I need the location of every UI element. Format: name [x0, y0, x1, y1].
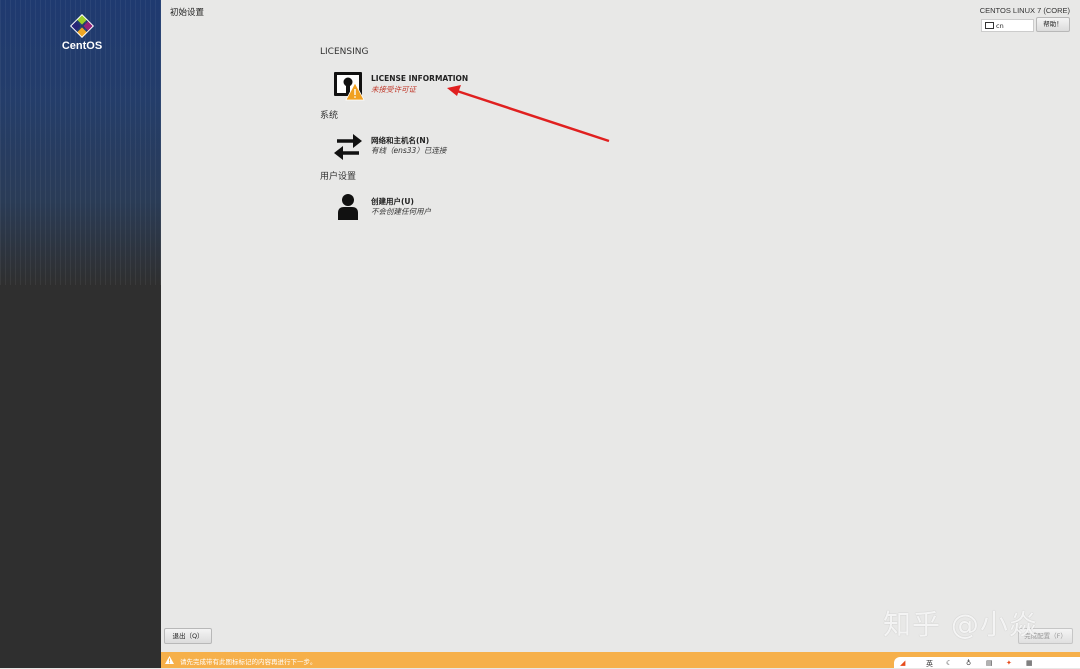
tray-mic-icon[interactable]: ♁: [966, 659, 971, 667]
license-spoke-status: 未接受许可证: [371, 85, 416, 94]
warning-icon: [165, 656, 174, 664]
watermark: 知乎 @小焱: [883, 608, 1038, 641]
centos-logo-icon: [70, 14, 94, 38]
keyboard-icon: [985, 22, 994, 29]
system-tray: ◢ 英 ☾ ♁ ▤ ✦ ▦: [894, 657, 1080, 668]
tray-moon-icon[interactable]: ☾: [946, 659, 952, 667]
section-user-settings: 用户设置: [320, 172, 357, 182]
user-icon: [338, 194, 358, 220]
spoke-create-user[interactable]: 创建用户(U) 不会创建任何用户: [331, 191, 531, 225]
user-spoke-status: 不会创建任何用户: [371, 207, 431, 216]
section-licensing: LICENSING: [320, 47, 369, 57]
help-button[interactable]: 帮助！: [1036, 17, 1070, 32]
keyboard-layout-label: cn: [996, 21, 1004, 30]
annotation-arrow: [447, 85, 610, 143]
distro-label: CENTOS LINUX 7 (CORE): [979, 6, 1070, 15]
main-panel: 初始设置 CENTOS LINUX 7 (CORE) cn 帮助！ LICENS…: [161, 0, 1080, 668]
page-title: 初始设置: [170, 8, 205, 18]
logo-text: CentOS: [61, 40, 103, 52]
tray-shirt-icon[interactable]: ✦: [1006, 659, 1012, 667]
centos-logo: CentOS: [55, 14, 109, 52]
quit-button[interactable]: 退出（Q）: [164, 628, 212, 644]
tray-app-icon[interactable]: ◢: [900, 659, 905, 667]
section-system: 系统: [320, 111, 339, 121]
keyboard-layout-indicator[interactable]: cn: [981, 19, 1034, 32]
tray-keyboard-icon[interactable]: ▤: [986, 659, 993, 667]
sidebar: CentOS: [0, 0, 161, 668]
spoke-license-information[interactable]: LICENSE INFORMATION 未接受许可证: [331, 69, 531, 103]
network-spoke-status: 有线（ens33）已连接: [371, 146, 447, 155]
spoke-network-hostname[interactable]: 网络和主机名(N) 有线（ens33）已连接: [331, 130, 531, 164]
warning-text: 请先完成带有此图标标记的内容再进行下一步。: [180, 658, 317, 666]
tray-grid-icon[interactable]: ▦: [1026, 659, 1033, 667]
license-spoke-title: LICENSE INFORMATION: [371, 74, 469, 83]
network-arrows-icon: [334, 134, 362, 160]
license-warning-icon: [334, 72, 365, 101]
